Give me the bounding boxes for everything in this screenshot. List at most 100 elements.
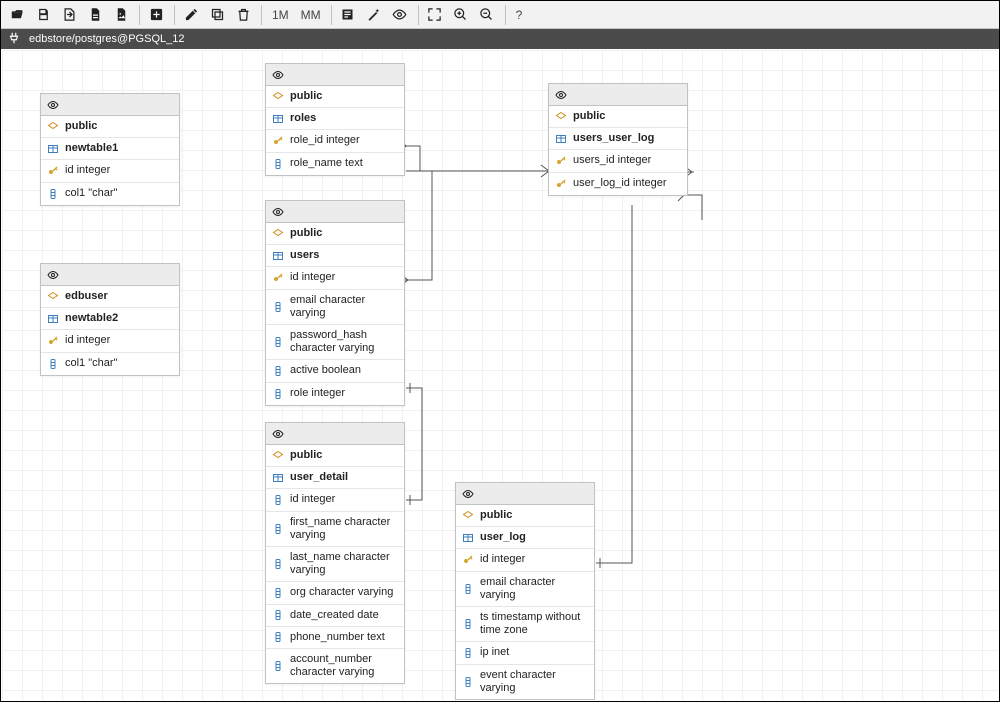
column-label: date_created date xyxy=(290,609,398,622)
erd-canvas[interactable]: public newtable1 id integer col1 "char" … xyxy=(2,50,998,700)
entity-users-user-log[interactable]: public users_user_log users_id integer u… xyxy=(548,83,688,196)
column-label: password_hash character varying xyxy=(290,329,398,355)
column-icon xyxy=(272,660,284,672)
connection-icon xyxy=(7,31,29,48)
entity-header[interactable] xyxy=(266,201,404,223)
column-icon xyxy=(272,587,284,599)
entity-header[interactable] xyxy=(549,84,687,106)
table-icon xyxy=(462,532,474,544)
edit-button[interactable] xyxy=(179,4,203,26)
column-icon xyxy=(272,631,284,643)
entity-header[interactable] xyxy=(266,423,404,445)
column-label: user_log_id integer xyxy=(573,177,681,190)
schema-icon xyxy=(47,291,59,303)
table-label: newtable2 xyxy=(65,312,173,325)
table-label: user_log xyxy=(480,531,588,544)
table-label: roles xyxy=(290,112,398,125)
schema-label: public xyxy=(290,90,398,103)
zoom-fit-button[interactable] xyxy=(423,4,447,26)
schema-label: public xyxy=(65,120,173,133)
column-label: email character varying xyxy=(480,576,588,602)
add-table-button[interactable] xyxy=(144,4,168,26)
schema-label: public xyxy=(290,227,398,240)
one-to-many-button[interactable]: 1M xyxy=(266,8,295,22)
many-to-many-button[interactable]: MM xyxy=(295,8,327,22)
key-icon xyxy=(462,554,474,566)
schema-icon xyxy=(272,228,284,240)
image-file-button[interactable] xyxy=(109,4,133,26)
column-icon xyxy=(462,676,474,688)
column-icon xyxy=(47,188,59,200)
schema-icon xyxy=(272,450,284,462)
column-label: last_name character varying xyxy=(290,551,398,577)
table-icon xyxy=(555,133,567,145)
help-button[interactable]: ? xyxy=(510,8,529,22)
column-label: role integer xyxy=(290,387,398,400)
schema-icon xyxy=(462,510,474,522)
open-button[interactable] xyxy=(5,4,29,26)
column-label: phone_number text xyxy=(290,631,398,644)
eye-icon[interactable] xyxy=(272,69,284,81)
table-icon xyxy=(272,113,284,125)
column-label: id integer xyxy=(290,493,398,506)
export-button[interactable] xyxy=(57,4,81,26)
entity-header[interactable] xyxy=(266,64,404,86)
column-icon xyxy=(47,358,59,370)
column-icon xyxy=(462,583,474,595)
column-label: id integer xyxy=(480,553,588,566)
clone-button[interactable] xyxy=(205,4,229,26)
save-button[interactable] xyxy=(31,4,55,26)
entity-newtable2[interactable]: edbuser newtable2 id integer col1 "char" xyxy=(40,263,180,376)
table-label: user_detail xyxy=(290,471,398,484)
key-icon xyxy=(555,178,567,190)
eye-icon[interactable] xyxy=(462,488,474,500)
column-label: role_name text xyxy=(290,157,398,170)
entity-roles[interactable]: public roles role_id integer role_name t… xyxy=(265,63,405,176)
zoom-in-button[interactable] xyxy=(449,4,473,26)
connection-label: edbstore/postgres@PGSQL_12 xyxy=(29,33,184,45)
column-icon xyxy=(272,494,284,506)
connection-bar: edbstore/postgres@PGSQL_12 xyxy=(1,29,999,49)
column-icon xyxy=(272,336,284,348)
sql-file-button[interactable] xyxy=(83,4,107,26)
column-icon xyxy=(272,523,284,535)
column-icon xyxy=(272,558,284,570)
entity-users[interactable]: public users id integer email character … xyxy=(265,200,405,406)
entity-user-detail[interactable]: public user_detail id integer first_name… xyxy=(265,422,405,684)
key-icon xyxy=(555,155,567,167)
table-icon xyxy=(47,313,59,325)
eye-icon[interactable] xyxy=(555,89,567,101)
schema-icon xyxy=(47,121,59,133)
entity-header[interactable] xyxy=(456,483,594,505)
delete-button[interactable] xyxy=(231,4,255,26)
eye-icon[interactable] xyxy=(272,206,284,218)
table-label: users_user_log xyxy=(573,132,681,145)
key-icon xyxy=(47,335,59,347)
eye-icon[interactable] xyxy=(47,99,59,111)
key-icon xyxy=(272,272,284,284)
table-icon xyxy=(47,143,59,155)
key-icon xyxy=(272,135,284,147)
eye-icon[interactable] xyxy=(272,428,284,440)
column-label: col1 "char" xyxy=(65,357,173,370)
zoom-out-button[interactable] xyxy=(475,4,499,26)
column-icon xyxy=(272,388,284,400)
column-label: id integer xyxy=(65,164,173,177)
eye-icon[interactable] xyxy=(47,269,59,281)
column-label: ip inet xyxy=(480,646,588,659)
entity-header[interactable] xyxy=(41,264,179,286)
entity-header[interactable] xyxy=(41,94,179,116)
toolbar: 1M MM ? xyxy=(1,1,999,29)
entity-user-log[interactable]: public user_log id integer email charact… xyxy=(455,482,595,700)
show-details-button[interactable] xyxy=(388,4,412,26)
schema-label: public xyxy=(573,110,681,123)
table-label: users xyxy=(290,249,398,262)
column-icon xyxy=(462,647,474,659)
column-label: first_name character varying xyxy=(290,516,398,542)
add-note-button[interactable] xyxy=(336,4,360,26)
column-icon xyxy=(272,301,284,313)
schema-label: public xyxy=(480,509,588,522)
key-icon xyxy=(47,165,59,177)
entity-newtable1[interactable]: public newtable1 id integer col1 "char" xyxy=(40,93,180,206)
auto-align-button[interactable] xyxy=(362,4,386,26)
